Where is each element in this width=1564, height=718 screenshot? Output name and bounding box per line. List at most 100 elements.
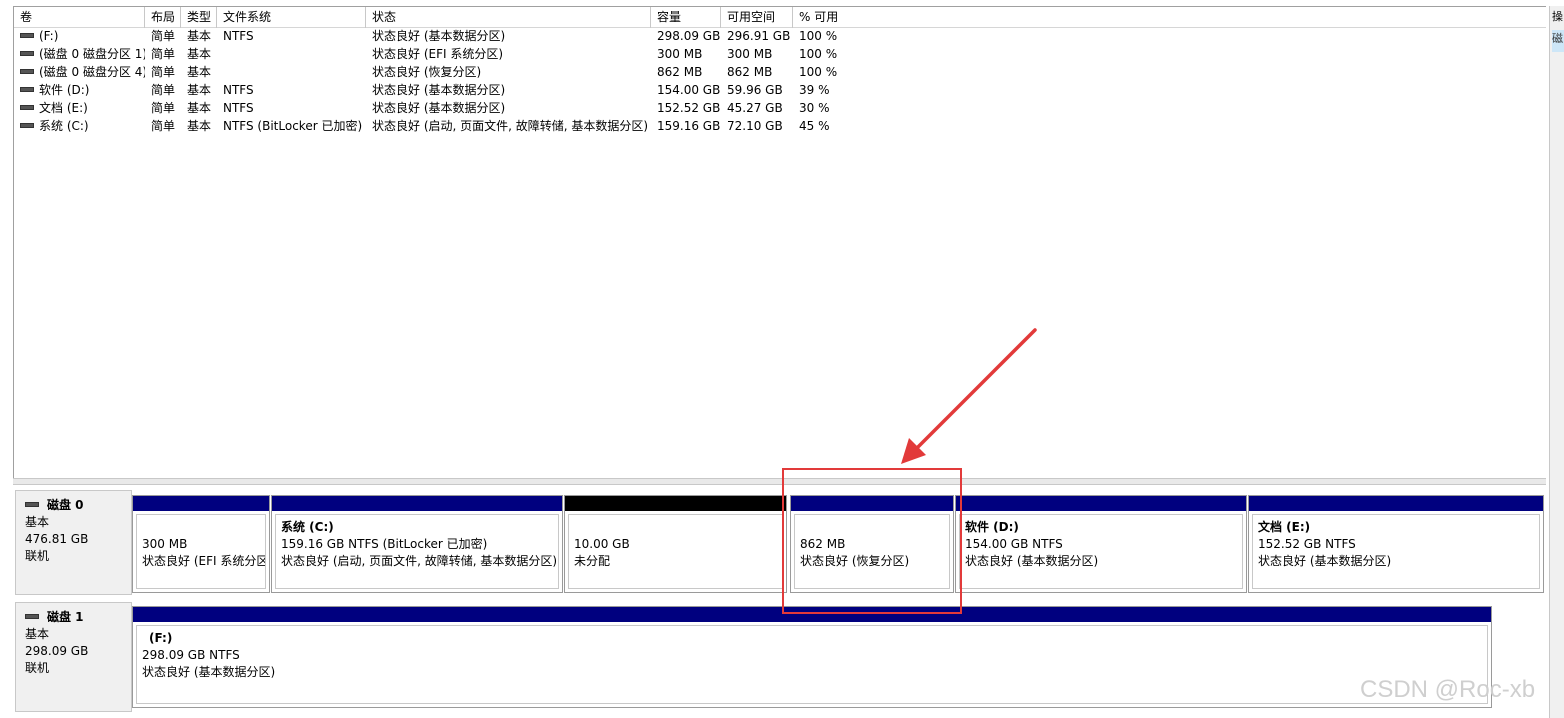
volume-capacity: 152.52 GB (657, 101, 721, 115)
volume-row[interactable]: (F:) 简单 基本 NTFS 状态良好 (基本数据分区) 298.09 GB … (14, 27, 1546, 45)
annotation-highlight-box (782, 468, 962, 614)
volume-name: (磁盘 0 磁盘分区 1) (39, 47, 145, 61)
disk-name: 磁盘 1 (47, 610, 84, 624)
volume-name: 系统 (C:) (39, 119, 89, 133)
column-header-free-space[interactable]: 可用空间 (721, 7, 793, 28)
disk-icon (25, 614, 39, 619)
column-header-layout[interactable]: 布局 (145, 7, 181, 28)
partition-d[interactable]: 软件 (D:) 154.00 GB NTFS 状态良好 (基本数据分区) (955, 495, 1247, 593)
partition-title (574, 519, 782, 536)
partition-size: 10.00 GB (574, 537, 630, 551)
volume-icon (20, 33, 34, 38)
volume-free-space: 296.91 GB (727, 29, 791, 43)
partition-size: 152.52 GB NTFS (1258, 537, 1356, 551)
volume-type: 基本 (187, 29, 212, 43)
partition-title: 文档 (E:) (1258, 520, 1311, 534)
column-header-status[interactable]: 状态 (366, 7, 651, 28)
partition-title: 系统 (C:) (281, 520, 334, 534)
volume-percent-free: 100 % (799, 65, 838, 79)
volume-capacity: 159.16 GB (657, 119, 721, 133)
volume-status: 状态良好 (EFI 系统分区) (372, 47, 504, 61)
partition-title: (F:) (149, 631, 173, 645)
partition-bar (1249, 496, 1543, 511)
disk-type: 基本 (25, 515, 50, 529)
volume-list[interactable]: 卷 布局 类型 文件系统 状态 容量 可用空间 % 可用 (F:) 简单 基本 … (13, 6, 1546, 481)
disk-type: 基本 (25, 627, 50, 641)
disk-state: 联机 (25, 549, 50, 563)
volume-filesystem: NTFS (223, 83, 254, 97)
disk-map: 磁盘 0 基本 476.81 GB 联机 300 MB 状态良好 (EFI 系统… (13, 485, 1546, 718)
volume-free-space: 59.96 GB (727, 83, 783, 97)
volume-layout: 简单 (151, 65, 176, 79)
volume-row[interactable]: 软件 (D:) 简单 基本 NTFS 状态良好 (基本数据分区) 154.00 … (14, 81, 1546, 99)
actions-pane-strip[interactable]: 操 磁 (1549, 6, 1564, 718)
column-header-filesystem[interactable]: 文件系统 (217, 7, 366, 28)
disk-0-label[interactable]: 磁盘 0 基本 476.81 GB 联机 (15, 490, 132, 595)
partition-status: 未分配 (574, 554, 611, 568)
volume-percent-free: 100 % (799, 29, 838, 43)
volume-layout: 简单 (151, 83, 176, 97)
volume-capacity: 154.00 GB (657, 83, 721, 97)
partition-size: 159.16 GB NTFS (BitLocker 已加密) (281, 537, 488, 551)
disk-name: 磁盘 0 (47, 498, 84, 512)
volume-filesystem: NTFS (223, 29, 254, 43)
disk-size: 298.09 GB (25, 644, 89, 658)
partition-status: 状态良好 (基本数据分区) (965, 554, 1099, 568)
volume-icon (20, 105, 34, 110)
actions-pane-item[interactable]: 磁 (1552, 30, 1564, 52)
volume-type: 基本 (187, 119, 212, 133)
volume-row[interactable]: 系统 (C:) 简单 基本 NTFS (BitLocker 已加密) 状态良好 … (14, 117, 1546, 135)
volume-filesystem: NTFS (BitLocker 已加密) (223, 119, 363, 133)
volume-status: 状态良好 (恢复分区) (372, 65, 482, 79)
partition-size: 154.00 GB NTFS (965, 537, 1063, 551)
partition-bar (272, 496, 562, 511)
volume-percent-free: 45 % (799, 119, 830, 133)
volume-row[interactable]: (磁盘 0 磁盘分区 4) 简单 基本 状态良好 (恢复分区) 862 MB 8… (14, 63, 1546, 81)
volume-icon (20, 69, 34, 74)
column-header-type[interactable]: 类型 (181, 7, 217, 28)
volume-free-space: 72.10 GB (727, 119, 783, 133)
partition-e[interactable]: 文档 (E:) 152.52 GB NTFS 状态良好 (基本数据分区) (1248, 495, 1544, 593)
volume-name: 文档 (E:) (39, 101, 88, 115)
volume-type: 基本 (187, 101, 212, 115)
volume-free-space: 300 MB (727, 47, 773, 61)
partition-bar (956, 496, 1246, 511)
volume-row[interactable]: 文档 (E:) 简单 基本 NTFS 状态良好 (基本数据分区) 152.52 … (14, 99, 1546, 117)
column-header-volume[interactable]: 卷 (14, 7, 145, 28)
disk-state: 联机 (25, 661, 50, 675)
column-header-percent-free[interactable]: % 可用 (793, 7, 1547, 28)
disk-1-label[interactable]: 磁盘 1 基本 298.09 GB 联机 (15, 602, 132, 712)
partition-size: 298.09 GB NTFS (142, 648, 240, 662)
volume-capacity: 300 MB (657, 47, 703, 61)
volume-row[interactable]: (磁盘 0 磁盘分区 1) 简单 基本 状态良好 (EFI 系统分区) 300 … (14, 45, 1546, 63)
unallocated-bar (565, 496, 786, 511)
partition-status: 状态良好 (基本数据分区) (1258, 554, 1392, 568)
partition-status: 状态良好 (启动, 页面文件, 故障转储, 基本数据分区) (281, 554, 558, 568)
partition-unallocated[interactable]: 10.00 GB 未分配 (564, 495, 787, 593)
volume-type: 基本 (187, 83, 212, 97)
partition-c[interactable]: 系统 (C:) 159.16 GB NTFS (BitLocker 已加密) 状… (271, 495, 563, 593)
volume-percent-free: 100 % (799, 47, 838, 61)
volume-icon (20, 51, 34, 56)
watermark: CSDN @Roc-xb (1360, 676, 1536, 703)
volume-icon (20, 87, 34, 92)
volume-percent-free: 39 % (799, 83, 830, 97)
partition-size: 300 MB (142, 537, 188, 551)
volume-type: 基本 (187, 47, 212, 61)
volume-status: 状态良好 (基本数据分区) (372, 101, 506, 115)
partition-title: 软件 (D:) (965, 520, 1019, 534)
volume-layout: 简单 (151, 29, 176, 43)
volume-capacity: 862 MB (657, 65, 703, 79)
partition-status: 状态良好 (EFI 系统分区 (142, 554, 266, 568)
partition-f[interactable]: (F:) 298.09 GB NTFS 状态良好 (基本数据分区) (132, 606, 1492, 708)
partition-efi[interactable]: 300 MB 状态良好 (EFI 系统分区 (132, 495, 270, 593)
volume-name: (磁盘 0 磁盘分区 4) (39, 65, 145, 79)
volume-name: 软件 (D:) (39, 83, 90, 97)
volume-name: (F:) (39, 29, 59, 43)
disk-icon (25, 502, 39, 507)
column-header-capacity[interactable]: 容量 (651, 7, 721, 28)
volume-free-space: 45.27 GB (727, 101, 783, 115)
volume-type: 基本 (187, 65, 212, 79)
volume-icon (20, 123, 34, 128)
pane-splitter[interactable] (13, 478, 1546, 485)
